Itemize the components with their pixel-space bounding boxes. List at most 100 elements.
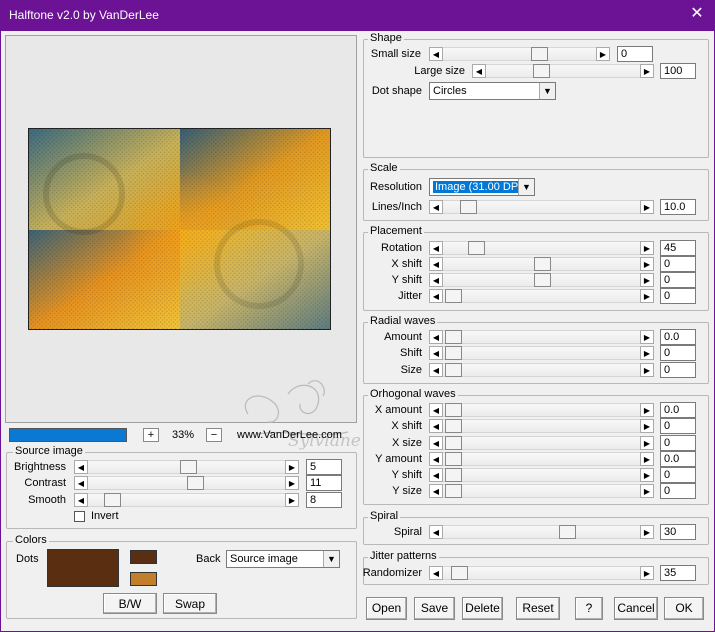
arrow-left-icon[interactable]: ◀ <box>429 468 443 482</box>
y-size-slider[interactable]: ◀ ▶ <box>429 484 654 498</box>
arrow-left-icon[interactable]: ◀ <box>429 363 443 377</box>
arrow-left-icon[interactable]: ◀ <box>429 47 443 61</box>
slider-thumb[interactable] <box>187 476 204 490</box>
x-amount-slider[interactable]: ◀ ▶ <box>429 403 654 417</box>
spiral-field[interactable]: 30 <box>660 524 696 540</box>
ortho-y-shift-field[interactable]: 0 <box>660 467 696 483</box>
brightness-field[interactable]: 5 <box>306 459 342 475</box>
arrow-left-icon[interactable]: ◀ <box>429 200 443 214</box>
arrow-left-icon[interactable]: ◀ <box>429 525 443 539</box>
zoom-out-button[interactable]: − <box>206 428 222 442</box>
arrow-right-icon[interactable]: ▶ <box>640 273 654 287</box>
close-icon[interactable]: ✕ <box>689 5 705 23</box>
arrow-left-icon[interactable]: ◀ <box>429 484 443 498</box>
invert-checkbox[interactable] <box>74 511 85 522</box>
slider-thumb[interactable] <box>451 566 468 580</box>
chevron-down-icon[interactable]: ▼ <box>518 179 534 195</box>
smooth-field[interactable]: 8 <box>306 492 342 508</box>
lines-inch-slider[interactable]: ◀ ▶ <box>429 200 654 214</box>
arrow-left-icon[interactable]: ◀ <box>429 436 443 450</box>
slider-thumb[interactable] <box>445 452 462 466</box>
arrow-left-icon[interactable]: ◀ <box>429 346 443 360</box>
randomizer-field[interactable]: 35 <box>660 565 696 581</box>
slider-thumb[interactable] <box>534 273 551 287</box>
dots-color-swatch[interactable] <box>47 549 119 587</box>
placement-x-shift-slider[interactable]: ◀ ▶ <box>429 257 654 271</box>
radial-shift-slider[interactable]: ◀ ▶ <box>429 346 654 360</box>
large-size-field[interactable]: 100 <box>660 63 696 79</box>
slider-thumb[interactable] <box>534 257 551 271</box>
chevron-down-icon[interactable]: ▼ <box>539 83 555 99</box>
randomizer-slider[interactable]: ◀ ▶ <box>429 566 654 580</box>
ortho-y-shift-slider[interactable]: ◀ ▶ <box>429 468 654 482</box>
arrow-right-icon[interactable]: ▶ <box>640 566 654 580</box>
slider-thumb[interactable] <box>445 289 462 303</box>
placement-y-shift-slider[interactable]: ◀ ▶ <box>429 273 654 287</box>
arrow-left-icon[interactable]: ◀ <box>429 419 443 433</box>
ortho-x-shift-slider[interactable]: ◀ ▶ <box>429 419 654 433</box>
arrow-right-icon[interactable]: ▶ <box>640 257 654 271</box>
arrow-right-icon[interactable]: ▶ <box>285 460 299 474</box>
arrow-left-icon[interactable]: ◀ <box>429 273 443 287</box>
dot-shape-select[interactable]: Circles ▼ <box>429 82 556 100</box>
arrow-left-icon[interactable]: ◀ <box>74 493 88 507</box>
arrow-left-icon[interactable]: ◀ <box>429 289 443 303</box>
arrow-right-icon[interactable]: ▶ <box>640 200 654 214</box>
arrow-right-icon[interactable]: ▶ <box>285 476 299 490</box>
spiral-slider[interactable]: ◀ ▶ <box>429 525 654 539</box>
zoom-in-button[interactable]: + <box>143 428 159 442</box>
arrow-left-icon[interactable]: ◀ <box>429 452 443 466</box>
radial-amount-field[interactable]: 0.0 <box>660 329 696 345</box>
slider-thumb[interactable] <box>180 460 197 474</box>
small-size-slider[interactable]: ◀ ▶ <box>429 47 610 61</box>
arrow-right-icon[interactable]: ▶ <box>640 64 654 78</box>
slider-thumb[interactable] <box>104 493 121 507</box>
placement-y-shift-field[interactable]: 0 <box>660 272 696 288</box>
x-amount-field[interactable]: 0.0 <box>660 402 696 418</box>
placement-x-shift-field[interactable]: 0 <box>660 256 696 272</box>
x-size-slider[interactable]: ◀ ▶ <box>429 436 654 450</box>
arrow-left-icon[interactable]: ◀ <box>429 566 443 580</box>
slider-thumb[interactable] <box>445 436 462 450</box>
arrow-left-icon[interactable]: ◀ <box>429 330 443 344</box>
slider-thumb[interactable] <box>559 525 576 539</box>
reset-button[interactable]: Reset <box>516 597 560 620</box>
arrow-right-icon[interactable]: ▶ <box>285 493 299 507</box>
y-size-field[interactable]: 0 <box>660 483 696 499</box>
arrow-right-icon[interactable]: ▶ <box>640 330 654 344</box>
arrow-left-icon[interactable]: ◀ <box>472 64 486 78</box>
arrow-right-icon[interactable]: ▶ <box>640 346 654 360</box>
radial-shift-field[interactable]: 0 <box>660 345 696 361</box>
slider-thumb[interactable] <box>445 363 462 377</box>
small-size-field[interactable]: 0 <box>617 46 653 62</box>
slider-thumb[interactable] <box>460 200 477 214</box>
cancel-button[interactable]: Cancel <box>614 597 658 620</box>
y-amount-slider[interactable]: ◀ ▶ <box>429 452 654 466</box>
arrow-right-icon[interactable]: ▶ <box>640 468 654 482</box>
delete-button[interactable]: Delete <box>462 597 503 620</box>
y-amount-field[interactable]: 0.0 <box>660 451 696 467</box>
ortho-x-shift-field[interactable]: 0 <box>660 418 696 434</box>
rotation-field[interactable]: 45 <box>660 240 696 256</box>
radial-size-slider[interactable]: ◀ ▶ <box>429 363 654 377</box>
arrow-right-icon[interactable]: ▶ <box>596 47 610 61</box>
large-size-slider[interactable]: ◀ ▶ <box>472 64 654 78</box>
arrow-right-icon[interactable]: ▶ <box>640 484 654 498</box>
slider-thumb[interactable] <box>445 330 462 344</box>
arrow-right-icon[interactable]: ▶ <box>640 403 654 417</box>
website-link[interactable]: www.VanDerLee.com <box>237 429 342 441</box>
arrow-right-icon[interactable]: ▶ <box>640 363 654 377</box>
open-button[interactable]: Open <box>366 597 407 620</box>
slider-thumb[interactable] <box>445 468 462 482</box>
slider-thumb[interactable] <box>445 484 462 498</box>
arrow-left-icon[interactable]: ◀ <box>429 403 443 417</box>
arrow-right-icon[interactable]: ▶ <box>640 419 654 433</box>
rotation-slider[interactable]: ◀ ▶ <box>429 241 654 255</box>
save-button[interactable]: Save <box>414 597 455 620</box>
arrow-right-icon[interactable]: ▶ <box>640 525 654 539</box>
resolution-select[interactable]: Image (31.00 DPI ▼ <box>429 178 535 196</box>
arrow-left-icon[interactable]: ◀ <box>74 476 88 490</box>
arrow-right-icon[interactable]: ▶ <box>640 289 654 303</box>
arrow-right-icon[interactable]: ▶ <box>640 452 654 466</box>
slider-thumb[interactable] <box>531 47 548 61</box>
